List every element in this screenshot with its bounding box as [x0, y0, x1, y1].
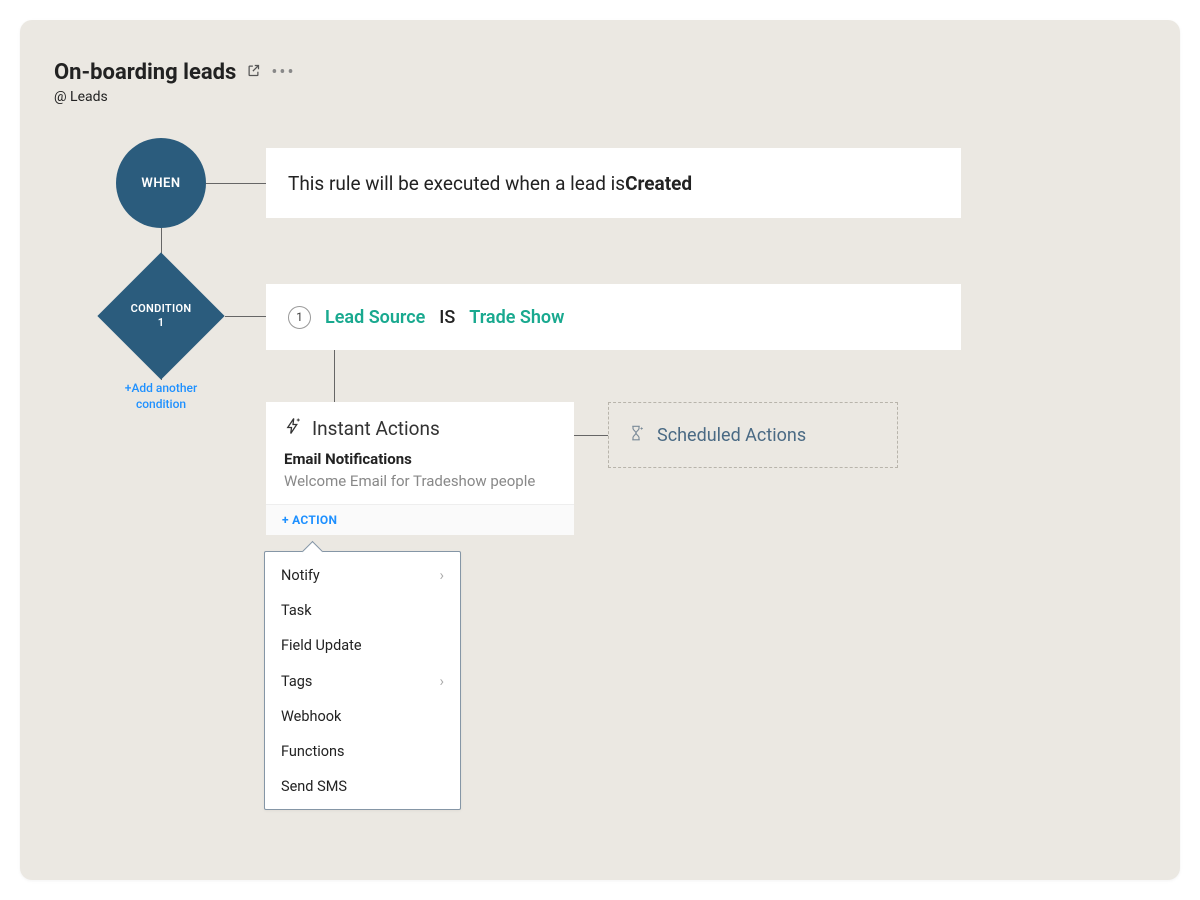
- module-tag: @ Leads: [54, 89, 1146, 105]
- email-notifications-label: Email Notifications: [284, 450, 556, 468]
- instant-actions-header: Instant Actions: [266, 402, 574, 450]
- popout-icon[interactable]: [246, 63, 261, 82]
- scheduled-actions-card[interactable]: Scheduled Actions: [608, 402, 898, 468]
- menu-item-label: Notify: [281, 567, 320, 584]
- scheduled-actions-title: Scheduled Actions: [657, 425, 806, 446]
- menu-item-label: Task: [281, 602, 312, 619]
- menu-item-field-update[interactable]: Field Update: [265, 628, 460, 663]
- connector: [225, 316, 266, 317]
- condition-value[interactable]: Trade Show: [469, 307, 564, 328]
- menu-item-label: Field Update: [281, 637, 362, 654]
- chevron-right-icon: ›: [439, 566, 444, 584]
- connector: [574, 435, 608, 436]
- more-menu-icon[interactable]: •••: [271, 62, 295, 83]
- condition-card[interactable]: 1 Lead Source IS Trade Show: [266, 284, 961, 350]
- menu-item-label: Tags: [281, 673, 312, 690]
- menu-item-functions[interactable]: Functions: [265, 734, 460, 769]
- condition-node[interactable]: CONDITION 1: [97, 252, 224, 379]
- when-card[interactable]: This rule will be executed when a lead i…: [266, 148, 961, 218]
- bolt-icon: [284, 416, 302, 440]
- action-type-menu: Notify › Task Field Update Tags › Webhoo…: [264, 551, 461, 810]
- connector: [334, 350, 335, 402]
- workflow-canvas: On-boarding leads ••• @ Leads WHEN This …: [20, 20, 1180, 880]
- condition-operator: IS: [439, 307, 455, 328]
- menu-item-task[interactable]: Task: [265, 593, 460, 628]
- email-notification-row[interactable]: Email Notifications Welcome Email for Tr…: [266, 450, 574, 504]
- when-label: WHEN: [141, 176, 180, 191]
- condition-field[interactable]: Lead Source: [325, 307, 425, 328]
- add-condition-link[interactable]: +Add another condition: [116, 380, 206, 412]
- menu-item-label: Webhook: [281, 708, 341, 725]
- condition-label-num: 1: [158, 316, 165, 329]
- flow-area: WHEN This rule will be executed when a l…: [54, 138, 1146, 860]
- condition-label-text: CONDITION: [131, 302, 192, 315]
- menu-item-webhook[interactable]: Webhook: [265, 699, 460, 734]
- condition-node-label: CONDITION 1: [131, 302, 192, 331]
- when-node[interactable]: WHEN: [116, 138, 206, 228]
- header: On-boarding leads •••: [54, 60, 1146, 85]
- when-text-prefix: This rule will be executed when a lead i…: [288, 172, 625, 195]
- menu-item-label: Send SMS: [281, 778, 347, 795]
- menu-item-label: Functions: [281, 743, 344, 760]
- add-action-button[interactable]: + ACTION: [266, 504, 574, 535]
- when-trigger: Created: [625, 172, 692, 195]
- menu-item-notify[interactable]: Notify ›: [265, 552, 460, 593]
- instant-actions-card: Instant Actions Email Notifications Welc…: [266, 402, 574, 535]
- email-template-name: Welcome Email for Tradeshow people: [284, 472, 556, 490]
- menu-item-send-sms[interactable]: Send SMS: [265, 769, 460, 809]
- workflow-title: On-boarding leads: [54, 60, 236, 85]
- instant-actions-title: Instant Actions: [312, 417, 440, 440]
- hourglass-icon: [627, 423, 645, 447]
- chevron-right-icon: ›: [439, 672, 444, 690]
- connector: [206, 183, 266, 184]
- condition-number-badge: 1: [288, 306, 311, 329]
- menu-item-tags[interactable]: Tags ›: [265, 663, 460, 699]
